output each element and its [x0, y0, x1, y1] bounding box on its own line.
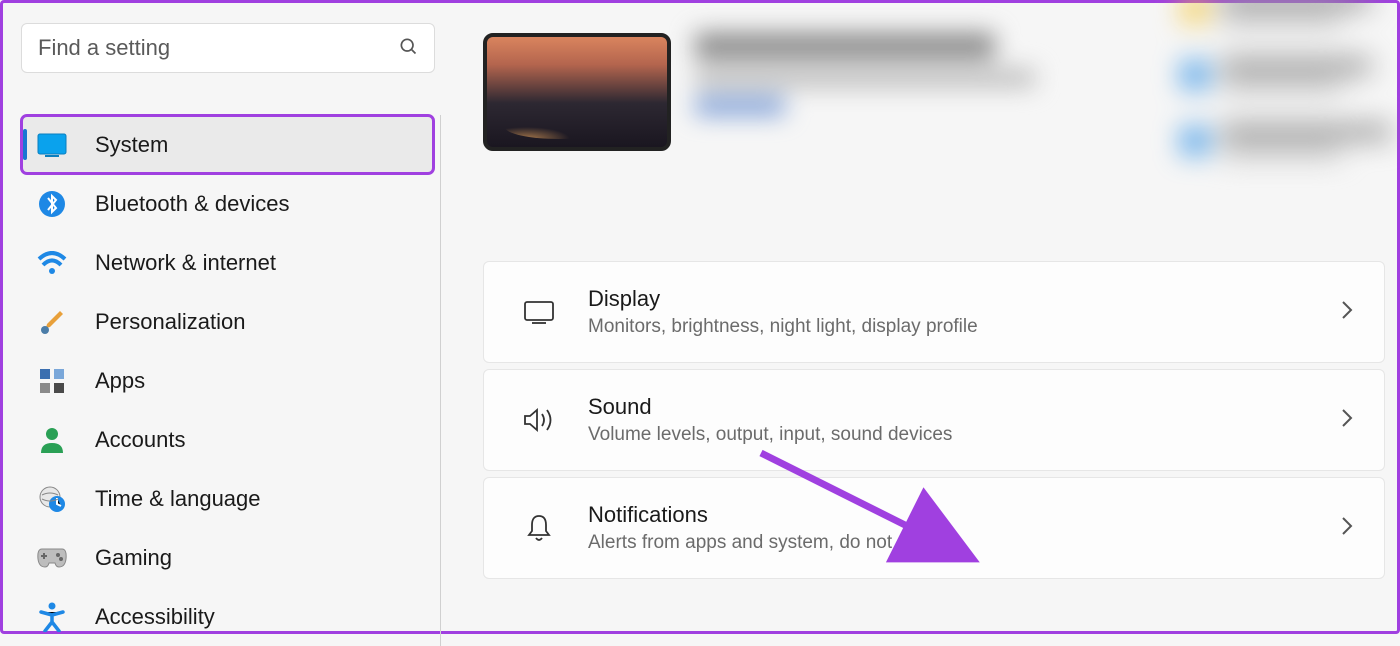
nav-label: Personalization	[95, 309, 245, 335]
chevron-right-icon	[1340, 407, 1354, 434]
gaming-icon	[35, 541, 69, 575]
system-icon	[35, 128, 69, 162]
card-title: Notifications	[588, 502, 1340, 528]
card-title: Display	[588, 286, 1340, 312]
nav-item-accounts[interactable]: Accounts	[21, 410, 434, 469]
nav-label: Accessibility	[95, 604, 215, 630]
apps-icon	[35, 364, 69, 398]
nav-label: System	[95, 132, 168, 158]
nav-label: Network & internet	[95, 250, 276, 276]
search-box[interactable]	[21, 23, 435, 73]
nav-item-personalization[interactable]: Personalization	[21, 292, 434, 351]
right-widgets-blurred	[1183, 0, 1391, 191]
clock-globe-icon	[35, 482, 69, 516]
nav-label: Apps	[95, 368, 145, 394]
sound-icon	[514, 406, 564, 434]
settings-sidebar: System Bluetooth & devices Network & int…	[3, 3, 441, 631]
nav-item-accessibility[interactable]: Accessibility	[21, 587, 434, 646]
bluetooth-icon	[35, 187, 69, 221]
nav: System Bluetooth & devices Network & int…	[21, 115, 441, 646]
display-icon	[514, 300, 564, 324]
chevron-right-icon	[1340, 515, 1354, 542]
card-title: Sound	[588, 394, 1340, 420]
card-notifications[interactable]: Notifications Alerts from apps and syste…	[483, 477, 1385, 579]
card-display[interactable]: Display Monitors, brightness, night ligh…	[483, 261, 1385, 363]
nav-label: Time & language	[95, 486, 261, 512]
card-subtitle: Volume levels, output, input, sound devi…	[588, 424, 1340, 446]
search-input[interactable]	[38, 35, 398, 61]
settings-cards: Display Monitors, brightness, night ligh…	[483, 261, 1385, 579]
main-content: Display Monitors, brightness, night ligh…	[441, 3, 1397, 631]
wifi-icon	[35, 246, 69, 280]
card-sound[interactable]: Sound Volume levels, output, input, soun…	[483, 369, 1385, 471]
device-info-blurred	[695, 33, 1035, 115]
nav-item-apps[interactable]: Apps	[21, 351, 434, 410]
nav-item-gaming[interactable]: Gaming	[21, 528, 434, 587]
nav-item-bluetooth[interactable]: Bluetooth & devices	[21, 174, 434, 233]
card-subtitle: Monitors, brightness, night light, displ…	[588, 316, 1340, 338]
nav-item-time[interactable]: Time & language	[21, 469, 434, 528]
nav-item-system[interactable]: System	[21, 115, 434, 174]
nav-item-network[interactable]: Network & internet	[21, 233, 434, 292]
card-subtitle: Alerts from apps and system, do not dist…	[588, 532, 1340, 554]
nav-label: Bluetooth & devices	[95, 191, 289, 217]
nav-label: Accounts	[95, 427, 186, 453]
search-icon	[398, 36, 418, 61]
nav-label: Gaming	[95, 545, 172, 571]
bell-icon	[514, 513, 564, 543]
accounts-icon	[35, 423, 69, 457]
accessibility-icon	[35, 600, 69, 634]
paintbrush-icon	[35, 305, 69, 339]
chevron-right-icon	[1340, 299, 1354, 326]
device-thumbnail	[483, 33, 671, 151]
